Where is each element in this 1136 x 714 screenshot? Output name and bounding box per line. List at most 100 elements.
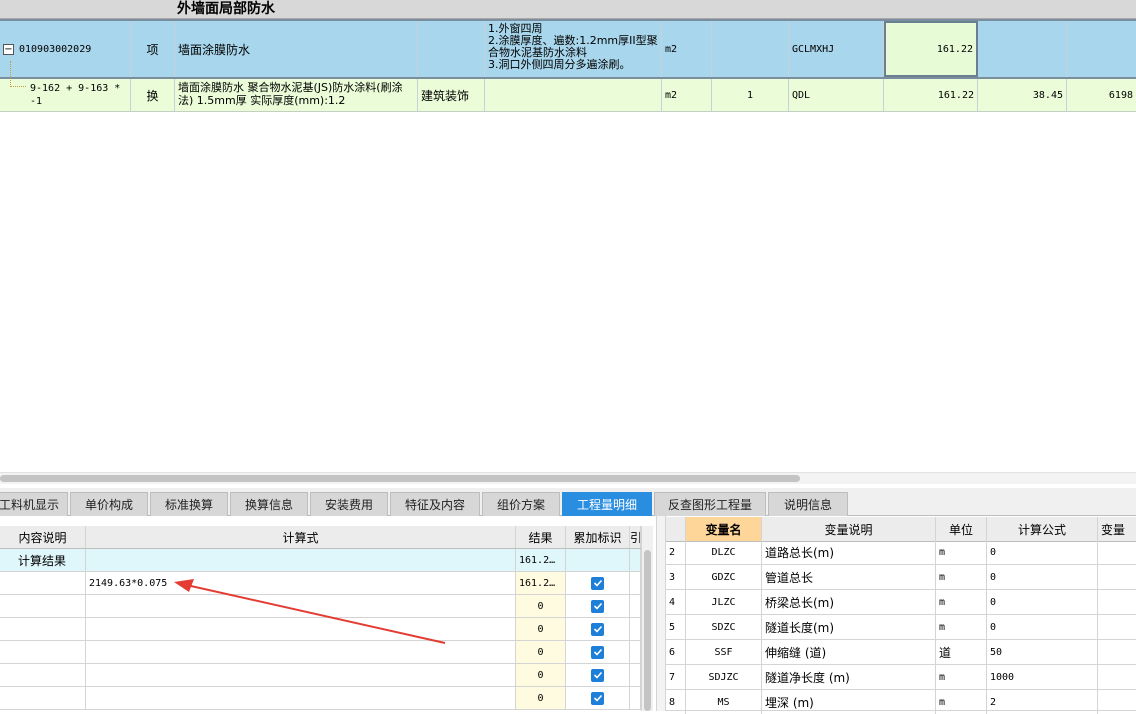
variable-row[interactable]: 7 SDJZC 隧道净长度 (m) m 1000 <box>666 665 1136 690</box>
tab-graphic-quantity[interactable]: 反查图形工程量 <box>654 492 766 516</box>
bill-item-row[interactable]: − 010903002029 项 墙面涂膜防水 1.外窗四周 2.涂膜厚度、遍数… <box>0 19 1136 79</box>
var-unit[interactable]: m <box>936 565 987 589</box>
row-formula[interactable] <box>86 687 516 709</box>
var-value[interactable] <box>1098 615 1136 639</box>
sub-features-cell[interactable] <box>485 79 662 111</box>
header-var-value[interactable]: 变量 <box>1098 517 1136 541</box>
sub-unit-price-cell[interactable]: 38.45 <box>978 79 1067 111</box>
sub-specialty-cell[interactable]: 建筑装饰 <box>418 79 485 111</box>
accumulate-checkbox[interactable] <box>591 622 604 636</box>
row-accum-cell[interactable] <box>566 664 630 686</box>
tab-conversion-info[interactable]: 换算信息 <box>230 492 308 516</box>
accumulate-checkbox[interactable] <box>591 645 604 659</box>
row-desc[interactable] <box>0 687 86 709</box>
var-name[interactable]: JLZC <box>686 590 762 614</box>
var-unit[interactable]: m <box>936 540 987 564</box>
var-value[interactable] <box>1098 565 1136 589</box>
var-name[interactable]: SSF <box>686 640 762 664</box>
sub-name-cell[interactable]: 墙面涂膜防水 聚合物水泥基(JS)防水涂料(刷涂法) 1.5mm厚 实际厚度(m… <box>175 79 418 111</box>
vertical-scrollbar-thumb[interactable] <box>644 550 651 711</box>
tab-features[interactable]: 特征及内容 <box>390 492 480 516</box>
tab-standard-conversion[interactable]: 标准换算 <box>150 492 228 516</box>
quota-sub-row[interactable]: 9-162 + 9-163 * -1 换 墙面涂膜防水 聚合物水泥基(JS)防水… <box>0 61 1136 112</box>
result-row[interactable]: 计算结果 161.2… <box>0 549 653 572</box>
var-formula[interactable]: 0 <box>987 565 1098 589</box>
table-row[interactable]: 0 <box>0 664 653 687</box>
item-unit-price-cell[interactable] <box>978 21 1067 77</box>
header-var-name[interactable]: 变量名 <box>686 517 762 541</box>
result-row-formula[interactable] <box>86 549 516 571</box>
var-desc[interactable]: 桥梁总长(m) <box>762 590 936 614</box>
tab-quantity-detail[interactable]: 工程量明细 <box>562 492 652 516</box>
header-accum[interactable]: 累加标识 <box>566 526 630 548</box>
item-type-cell[interactable]: 项 <box>131 21 175 77</box>
header-result[interactable]: 结果 <box>516 526 566 548</box>
header-desc[interactable]: 内容说明 <box>0 526 86 548</box>
sub-expression-cell[interactable]: QDL <box>789 79 884 111</box>
item-unit-cell[interactable]: m2 <box>662 21 712 77</box>
row-accum-cell[interactable] <box>566 595 630 617</box>
row-desc[interactable] <box>0 641 86 663</box>
item-features-cell[interactable]: 1.外窗四周 2.涂膜厚度、遍数:1.2mm厚II型聚合物水泥基防水涂料 3.洞… <box>485 21 662 77</box>
sub-total-cell[interactable]: 6198 <box>1067 79 1136 111</box>
var-desc[interactable]: 隧道长度(m) <box>762 615 936 639</box>
table-row[interactable]: 0 <box>0 687 653 710</box>
section-header-row[interactable]: 外墙面局部防水 <box>0 0 1136 19</box>
variable-row[interactable]: 4 JLZC 桥梁总长(m) m 0 <box>666 590 1136 615</box>
scrollbar-thumb[interactable] <box>0 475 800 482</box>
sub-quantity-cell[interactable]: 161.22 <box>884 79 978 111</box>
item-quantity-cell[interactable]: 161.22 <box>884 21 978 77</box>
item-total-cell[interactable] <box>1067 21 1136 77</box>
variable-row[interactable]: 3 GDZC 管道总长 m 0 <box>666 565 1136 590</box>
var-name[interactable]: GDZC <box>686 565 762 589</box>
sub-type-cell[interactable]: 换 <box>131 79 175 111</box>
row-desc[interactable] <box>0 595 86 617</box>
sub-content-cell[interactable]: 1 <box>712 79 789 111</box>
var-desc[interactable]: 管道总长 <box>762 565 936 589</box>
row-desc[interactable] <box>0 664 86 686</box>
row-accum-cell[interactable] <box>566 618 630 640</box>
row-accum-cell[interactable] <box>566 641 630 663</box>
var-desc[interactable]: 埋深 (m) <box>762 690 936 714</box>
accumulate-checkbox[interactable] <box>591 576 604 590</box>
row-desc[interactable] <box>0 618 86 640</box>
tab-install-fee[interactable]: 安装费用 <box>310 492 388 516</box>
result-row-accum[interactable] <box>566 549 630 571</box>
accumulate-checkbox[interactable] <box>591 599 604 613</box>
variable-row[interactable]: 6 SSF 伸缩缝 (道) 道 50 <box>666 640 1136 665</box>
tab-unit-price[interactable]: 单价构成 <box>70 492 148 516</box>
item-specialty-cell[interactable] <box>418 21 485 77</box>
item-content-cell[interactable] <box>712 21 789 77</box>
var-name[interactable]: DLZC <box>686 540 762 564</box>
var-unit[interactable]: m <box>936 690 987 714</box>
item-name-cell[interactable]: 墙面涂膜防水 <box>175 21 418 77</box>
collapse-toggle-icon[interactable]: − <box>3 43 14 55</box>
var-value[interactable] <box>1098 640 1136 664</box>
tab-pricing-scheme[interactable]: 组价方案 <box>482 492 560 516</box>
row-accum-cell[interactable] <box>566 572 630 594</box>
var-name[interactable]: SDZC <box>686 615 762 639</box>
sub-code-cell[interactable]: 9-162 + 9-163 * -1 <box>0 79 131 111</box>
row-accum-cell[interactable] <box>566 687 630 709</box>
var-desc[interactable]: 伸缩缝 (道) <box>762 640 936 664</box>
header-var-desc[interactable]: 变量说明 <box>762 517 936 541</box>
var-desc[interactable]: 隧道净长度 (m) <box>762 665 936 689</box>
var-desc[interactable]: 道路总长(m) <box>762 540 936 564</box>
var-unit[interactable]: 道 <box>936 640 987 664</box>
item-expression-cell[interactable]: GCLMXHJ <box>789 21 884 77</box>
var-value[interactable] <box>1098 665 1136 689</box>
var-value[interactable] <box>1098 690 1136 714</box>
header-var-unit[interactable]: 单位 <box>936 517 987 541</box>
row-desc[interactable] <box>0 572 86 594</box>
var-formula[interactable]: 0 <box>987 540 1098 564</box>
var-unit[interactable]: m <box>936 665 987 689</box>
variable-row[interactable]: 8 MS 埋深 (m) m 2 <box>666 690 1136 714</box>
variable-row[interactable]: 2 DLZC 道路总长(m) m 0 <box>666 540 1136 565</box>
var-unit[interactable]: m <box>936 615 987 639</box>
header-formula[interactable]: 计算式 <box>86 526 516 548</box>
var-value[interactable] <box>1098 590 1136 614</box>
tab-description[interactable]: 说明信息 <box>768 492 848 516</box>
header-var-formula[interactable]: 计算公式 <box>987 517 1098 541</box>
var-name[interactable]: SDJZC <box>686 665 762 689</box>
accumulate-checkbox[interactable] <box>591 691 604 705</box>
